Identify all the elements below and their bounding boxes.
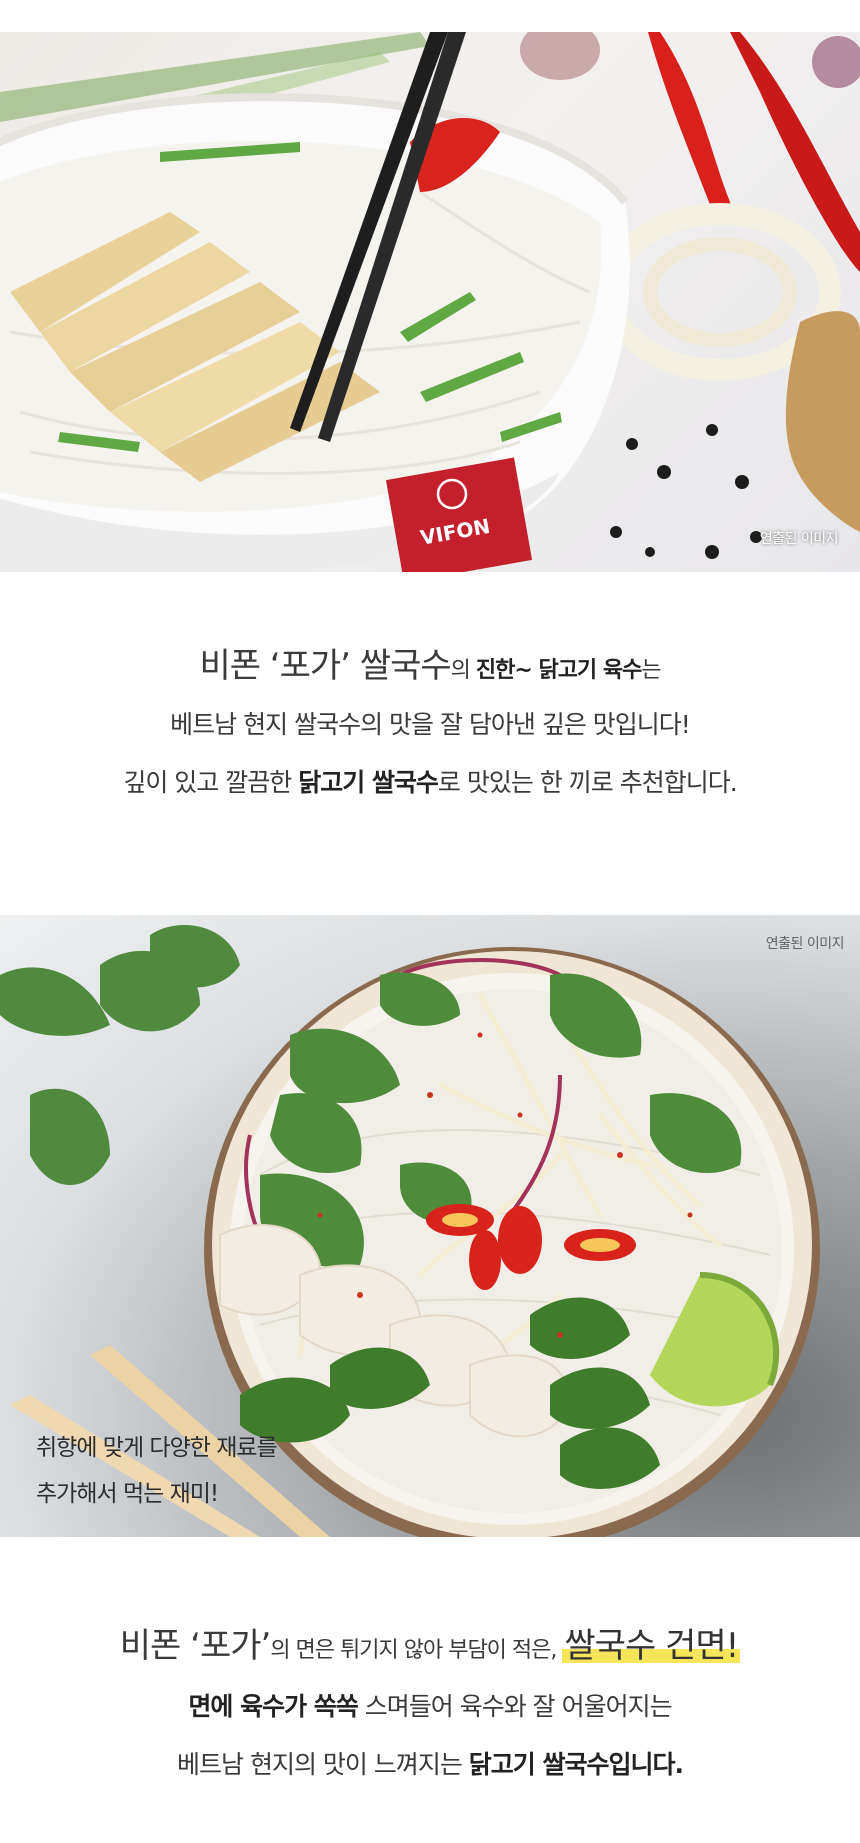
- highlight-chicken-pho: 닭고기 쌀국수입니다.: [468, 1750, 684, 1779]
- toppings-overlay-text: 취향에 맞게 다양한 재료를 추가해서 먹는 재미!: [36, 1425, 278, 1517]
- pho-toppings-photo: 연출된 이미지 취향에 맞게 다양한 재료를 추가해서 먹는 재미!: [0, 915, 860, 1537]
- noodle-line-3-start: 베트남 현지의 맛이 느껴지는: [177, 1750, 469, 1779]
- noodle-line-1-middle: 의 면은 튀기지 않아 부담이 적은,: [270, 1638, 563, 1663]
- brand-name: 비폰 ‘포가’ 쌀국수: [199, 646, 451, 686]
- chicken-pho-bowl-photo: VIFON 연출된 이미지: [0, 32, 860, 572]
- noodle-line-3: 베트남 현지의 맛이 느껴지는 닭고기 쌀국수입니다.: [0, 1736, 860, 1794]
- product-detail-page: VIFON 연출된 이미지 비폰 ‘포가’ 쌀국수의 진한~ 닭고기 육수는 베…: [0, 0, 860, 1843]
- intro-text-block: 비폰 ‘포가’ 쌀국수의 진한~ 닭고기 육수는 베트남 현지 쌀국수의 맛을 …: [0, 640, 860, 812]
- noodle-line-2-end: 스며들어 육수와 잘 어울어지는: [357, 1692, 673, 1721]
- highlight-broth: 진한~ 닭고기 육수: [475, 658, 642, 683]
- highlight-dried-noodle: 쌀국수 건면!: [562, 1626, 741, 1666]
- noodle-line-1: 비폰 ‘포가’의 면은 튀기지 않아 부담이 적은, 쌀국수 건면!: [0, 1618, 860, 1678]
- highlight-chicken-pho: 닭고기 쌀국수: [298, 768, 439, 797]
- intro-line-3-start: 깊이 있고 깔끔한: [123, 768, 299, 797]
- intro-line-1-particle: 의: [450, 658, 476, 683]
- intro-line-2: 베트남 현지 쌀국수의 맛을 잘 담아낸 깊은 맛입니다!: [170, 710, 691, 739]
- intro-line-1: 비폰 ‘포가’ 쌀국수의 진한~ 닭고기 육수는: [0, 640, 860, 696]
- overlay-line-1: 취향에 맞게 다양한 재료를: [36, 1435, 278, 1461]
- chicken-pho-illustration: VIFON: [0, 32, 860, 572]
- intro-line-3: 깊이 있고 깔끔한 닭고기 쌀국수로 맛있는 한 끼로 추천합니다.: [0, 754, 860, 812]
- intro-line-3-end: 로 맛있는 한 끼로 추천합니다.: [437, 768, 738, 797]
- overlay-line-2: 추가해서 먹는 재미!: [36, 1481, 219, 1507]
- highlight-broth-soak: 면에 육수가 쏙쏙: [188, 1692, 358, 1721]
- intro-line-1-end: 는: [641, 658, 661, 683]
- noodle-line-2: 면에 육수가 쏙쏙 스며들어 육수와 잘 어울어지는: [0, 1678, 860, 1736]
- noodle-text-block: 비폰 ‘포가’의 면은 튀기지 않아 부담이 적은, 쌀국수 건면! 면에 육수…: [0, 1618, 860, 1794]
- brand-name: 비폰 ‘포가’: [119, 1626, 272, 1666]
- photo-caption: 연출된 이미지: [765, 936, 845, 952]
- photo-caption: 연출된 이미지: [759, 531, 839, 547]
